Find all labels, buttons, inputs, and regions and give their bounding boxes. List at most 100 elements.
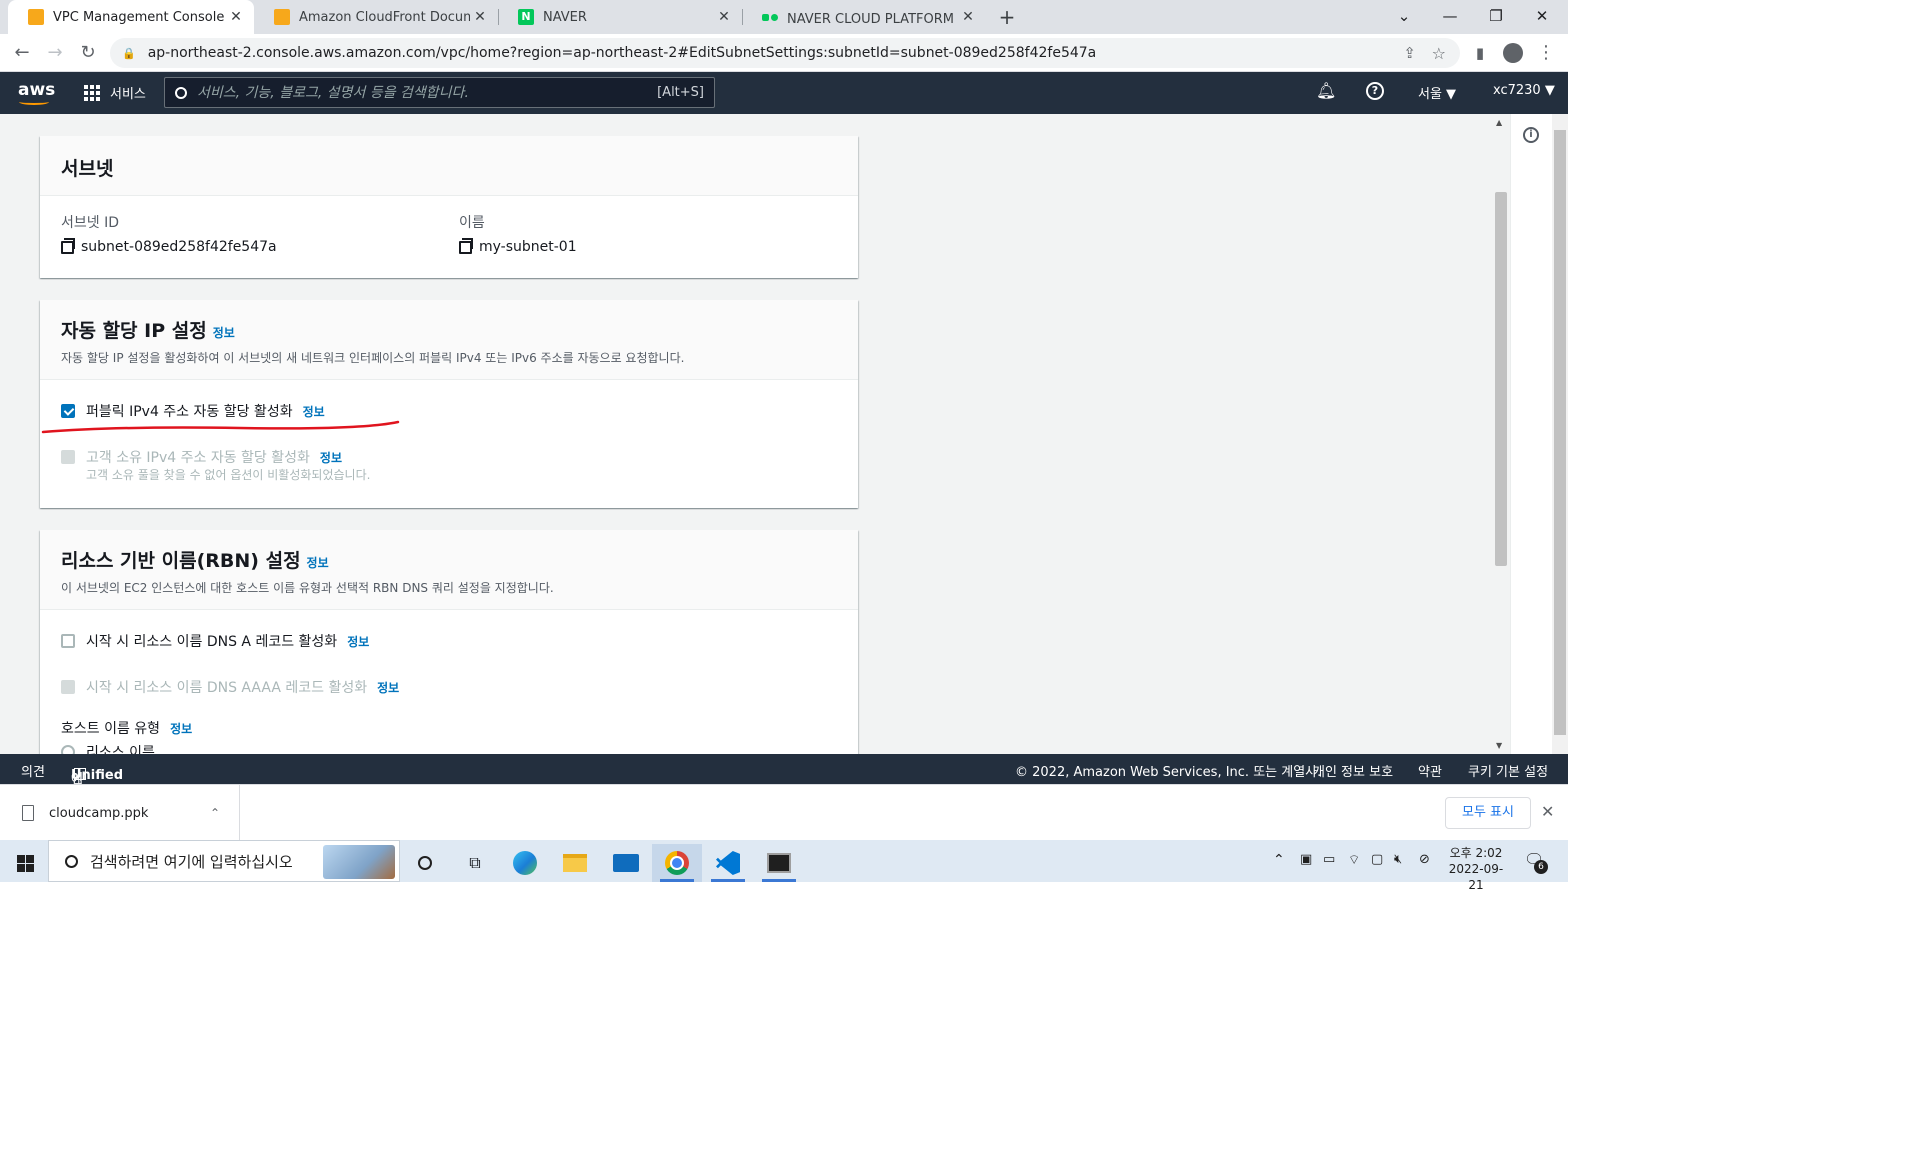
aws-console-footer: 의견 언어를 선택하고 싶으십니까? 새로 추가된 다음 기능 Unified … <box>0 754 1568 1167</box>
cookie-preferences-link[interactable]: 쿠키 기본 설정 <box>1468 761 1548 780</box>
subnet-name-text: my-subnet-01 <box>479 239 577 255</box>
display-icon[interactable]: ▢ <box>1371 852 1383 867</box>
info-link[interactable]: 정보 <box>213 326 235 340</box>
info-link[interactable]: 정보 <box>170 720 192 737</box>
windows-taskbar: 검색하려면 여기에 입력하십시오 ⧉ ⌃ ▣ ▭ ⌔ ▢ 🔇︎ ⊘ 오후 2:0… <box>0 840 1568 892</box>
downloads-bar: cloudcamp.ppk ⌃ 모두 표시 ✕ <box>0 784 1568 841</box>
notification-count-badge: 6 <box>1534 860 1548 874</box>
dns-a-checkbox[interactable] <box>61 634 75 648</box>
file-explorer-icon[interactable] <box>550 844 600 882</box>
menu-kebab-icon[interactable]: ⋮ <box>1532 39 1560 67</box>
tab-title: NAVER CLOUD PLATFORM 네이 <box>787 11 958 27</box>
download-filename: cloudcamp.ppk <box>49 805 149 821</box>
tab-naver-cloud[interactable]: NAVER CLOUD PLATFORM 네이 ✕ <box>742 0 986 34</box>
rbn-panel-header: 리소스 기반 이름(RBN) 설정 정보 이 서브넷의 EC2 인스턴스에 대한 … <box>40 530 858 610</box>
download-item[interactable]: cloudcamp.ppk ⌃ <box>0 785 240 841</box>
copyright-text: © 2022, Amazon Web Services, Inc. 또는 계열사… <box>1015 765 1322 780</box>
panel-description: 이 서브넷의 EC2 인스턴스에 대한 호스트 이름 유형과 선택적 RBN D… <box>61 581 554 595</box>
info-link[interactable]: 정보 <box>307 556 329 570</box>
show-all-button[interactable]: 모두 표시 <box>1445 797 1531 829</box>
help-panel-rail: i <box>1510 114 1552 754</box>
notification-center-icon[interactable]: 🗨︎ 6 <box>1524 850 1548 874</box>
minimize-button[interactable]: — <box>1427 0 1473 34</box>
battery-icon[interactable]: ▭ <box>1323 852 1335 867</box>
aws-search-input[interactable] <box>197 84 658 101</box>
taskbar-search-box[interactable]: 검색하려면 여기에 입력하십시오 <box>48 840 400 882</box>
tab-vpc-console[interactable]: VPC Management Console ✕ <box>8 0 254 34</box>
scroll-down-arrow-icon[interactable]: ▼ <box>1496 741 1502 750</box>
info-link[interactable]: 정보 <box>377 679 399 696</box>
tab-title: NAVER <box>543 9 587 25</box>
bookmark-star-icon[interactable]: ☆ <box>1432 44 1446 63</box>
hostname-radio-row[interactable]: 리소스 이름 <box>61 742 155 754</box>
aws-search-bar[interactable]: [Alt+S] <box>164 77 715 108</box>
meet-camera-icon[interactable]: ▣ <box>1300 852 1312 867</box>
dns-a-checkbox-row[interactable]: 시작 시 리소스 이름 DNS A 레코드 활성화 정보 <box>61 631 369 651</box>
clock-date: 2022-09-21 <box>1448 862 1504 892</box>
chrome-icon[interactable] <box>652 844 702 882</box>
putty-terminal-icon[interactable] <box>754 844 804 882</box>
task-view-icon[interactable]: ⧉ <box>450 844 500 882</box>
rbn-settings-panel: 리소스 기반 이름(RBN) 설정 정보 이 서브넷의 EC2 인스턴스에 대한 … <box>40 530 858 754</box>
feedback-link[interactable]: 의견 <box>21 761 45 780</box>
content-scrollbar-thumb[interactable] <box>1495 192 1507 566</box>
clock[interactable]: 오후 2:02 2022-09-21 <box>1446 845 1506 893</box>
cortana-icon[interactable] <box>400 844 450 882</box>
tab-naver[interactable]: N NAVER ✕ <box>498 0 742 34</box>
subnet-id-text: subnet-089ed258f42fe547a <box>81 239 277 255</box>
scroll-up-arrow-icon[interactable]: ▲ <box>1496 118 1502 127</box>
back-arrow-icon[interactable]: ← <box>8 39 36 67</box>
region-selector[interactable]: 서울 ▼ <box>1418 83 1456 102</box>
window-close-button[interactable]: ✕ <box>1519 0 1565 34</box>
taskbar-search-placeholder: 검색하려면 여기에 입력하십시오 <box>90 852 293 871</box>
new-tab-button[interactable]: + <box>994 5 1020 29</box>
info-circle-icon[interactable]: i <box>1523 127 1539 143</box>
share-icon[interactable]: ⇪ <box>1403 44 1416 62</box>
mail-icon[interactable] <box>601 844 651 882</box>
close-icon[interactable]: ✕ <box>226 9 246 25</box>
lock-icon: 🔒 <box>122 46 136 60</box>
vscode-icon[interactable] <box>703 844 753 882</box>
reload-icon[interactable]: ↻ <box>74 39 102 67</box>
subnet-id-value: subnet-089ed258f42fe547a <box>61 237 277 255</box>
naver-cloud-favicon-icon <box>762 9 778 25</box>
forward-arrow-icon[interactable]: → <box>41 39 69 67</box>
close-icon[interactable]: ✕ <box>714 9 734 25</box>
info-link[interactable]: 정보 <box>320 449 342 466</box>
copy-icon[interactable] <box>459 237 473 254</box>
page-scrollbar-thumb[interactable] <box>1554 130 1566 735</box>
checkbox-label: 시작 시 리소스 이름 DNS A 레코드 활성화 <box>86 634 338 650</box>
bell-icon[interactable]: 🔔︎ <box>1316 81 1336 100</box>
subnet-panel: 서브넷 서브넷 ID subnet-089ed258f42fe547a 이름 m… <box>40 136 858 278</box>
services-menu-button[interactable]: 서비스 <box>84 83 146 102</box>
chevron-down-icon[interactable]: ⌄ <box>1381 0 1427 34</box>
info-link[interactable]: 정보 <box>347 633 369 650</box>
windows-start-icon[interactable] <box>0 844 50 882</box>
close-downloads-icon[interactable]: ✕ <box>1541 802 1554 821</box>
close-icon[interactable]: ✕ <box>470 9 490 25</box>
chevron-up-tray-icon[interactable]: ⌃ <box>1273 852 1285 868</box>
close-icon[interactable]: ✕ <box>958 9 978 25</box>
customer-ipv4-checkbox-row: 고객 소유 IPv4 주소 자동 할당 활성화 정보 <box>61 447 342 467</box>
radio-button[interactable] <box>61 745 75 754</box>
account-menu[interactable]: xc7230 ▼ <box>1493 83 1555 98</box>
terms-link[interactable]: 약관 <box>1418 761 1442 780</box>
subnet-name-value: my-subnet-01 <box>459 237 577 255</box>
profile-avatar[interactable] <box>1499 39 1527 67</box>
panel-description: 자동 할당 IP 설정을 활성화하여 이 서브넷의 새 네트워크 인터페이스의 … <box>61 351 685 365</box>
maximize-button[interactable]: ❐ <box>1473 0 1519 34</box>
url-field[interactable]: 🔒 ap-northeast-2.console.aws.amazon.com/… <box>110 38 1460 68</box>
edge-icon[interactable] <box>500 844 550 882</box>
wifi-icon[interactable]: ⌔ <box>1348 852 1360 868</box>
aws-logo[interactable]: aws <box>18 80 55 105</box>
focus-assist-icon[interactable]: ⊘ <box>1419 852 1430 867</box>
tab-cloudfront-docs[interactable]: Amazon CloudFront Documenta ✕ <box>254 0 498 34</box>
help-icon[interactable]: ? <box>1366 82 1384 100</box>
privacy-link[interactable]: 개인 정보 보호 <box>1313 761 1393 780</box>
search-shortcut-hint: [Alt+S] <box>657 85 704 100</box>
chevron-up-icon[interactable]: ⌃ <box>210 806 220 820</box>
copy-icon[interactable] <box>61 237 75 254</box>
aws-smile-icon <box>19 99 49 105</box>
side-panel-icon[interactable]: ▮ <box>1466 39 1494 67</box>
volume-muted-icon[interactable]: 🔇︎ <box>1394 852 1402 867</box>
